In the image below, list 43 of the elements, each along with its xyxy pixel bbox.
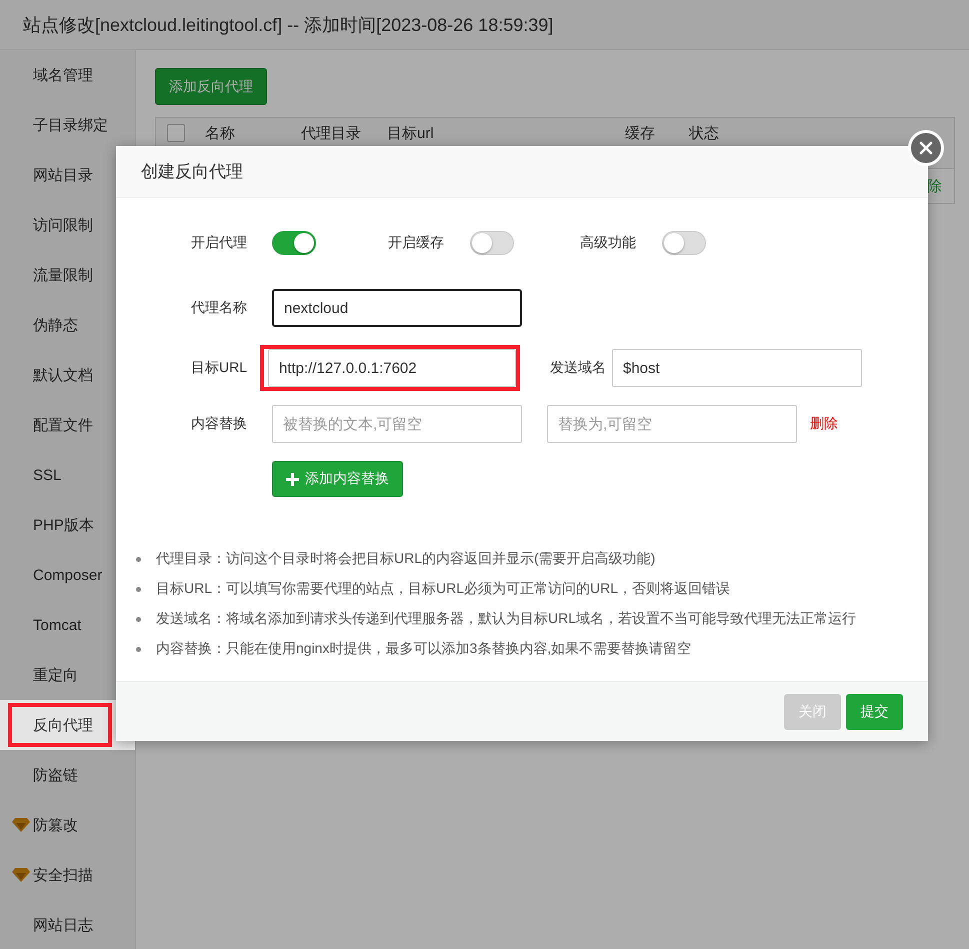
help-note: 内容替换：只能在使用nginx时提供，最多可以添加3条替换内容,如果不需要替换请留空	[156, 640, 692, 658]
help-note: 发送域名：将域名添加到请求头传递到代理服务器，默认为目标URL域名，若设置不当可能导致代理无法正常运行	[156, 610, 856, 628]
submit-button[interactable]: 提交	[846, 694, 903, 730]
replace-from-field[interactable]: 被替换的文本,可留空	[272, 405, 522, 443]
diamond-icon	[12, 818, 30, 832]
sidebar-item[interactable]: 网站日志	[0, 900, 135, 949]
bullet-dot	[136, 646, 141, 652]
toggle-label: 高级功能	[580, 234, 636, 252]
help-note: 目标URL：可以填写你需要代理的站点，目标URL必须为可正常访问的URL，否则将返回错误	[156, 580, 730, 598]
toggle-label: 开启缓存	[388, 234, 444, 252]
sidebar-item[interactable]: 域名管理	[0, 50, 135, 100]
close-icon	[918, 140, 934, 156]
diamond-icon	[12, 868, 30, 882]
toggle-label: 开启代理	[190, 234, 248, 252]
field-label: 代理名称	[190, 299, 248, 317]
add-replacement-button[interactable]: 添加内容替换	[272, 461, 403, 497]
sidebar-item[interactable]: 安全扫描	[0, 850, 135, 900]
bullet-dot	[136, 586, 141, 592]
sidebar-item[interactable]: 防篡改	[0, 800, 135, 850]
bullet-dot	[136, 616, 141, 622]
toggle-switch[interactable]	[272, 231, 316, 255]
column-header: 状态	[689, 124, 720, 143]
toggle-switch[interactable]	[470, 231, 514, 255]
proxy-name-field[interactable]: nextcloud	[272, 289, 522, 327]
delete-link[interactable]: 删除	[810, 415, 838, 433]
sidebar-item[interactable]: 防盗链	[0, 750, 135, 800]
send-domain-field[interactable]: $host	[612, 349, 862, 387]
help-note: 代理目录：访问这个目录时将会把目标URL的内容返回并显示(需要开启高级功能)	[156, 550, 656, 568]
plus-icon	[286, 472, 299, 486]
target-url-field[interactable]: http://127.0.0.1:7602	[268, 349, 516, 387]
field-label: 内容替换	[190, 415, 248, 433]
dialog-title: 创建反向代理	[141, 161, 243, 183]
window-title: 站点修改[nextcloud.leitingtool.cf] -- 添加时间[2023-08-26 18:59:39]	[23, 14, 554, 36]
toggle-switch[interactable]	[662, 231, 706, 255]
column-header: 代理目录	[301, 124, 362, 143]
field-label: 发送域名	[549, 359, 607, 377]
replace-to-field[interactable]: 替换为,可留空	[547, 405, 797, 443]
select-all-checkbox[interactable]	[167, 124, 185, 142]
bullet-dot	[136, 556, 141, 562]
column-header: 目标url	[387, 124, 435, 143]
column-header: 名称	[205, 124, 236, 143]
column-header: 缓存	[625, 124, 656, 143]
field-label: 目标URL	[190, 359, 248, 377]
